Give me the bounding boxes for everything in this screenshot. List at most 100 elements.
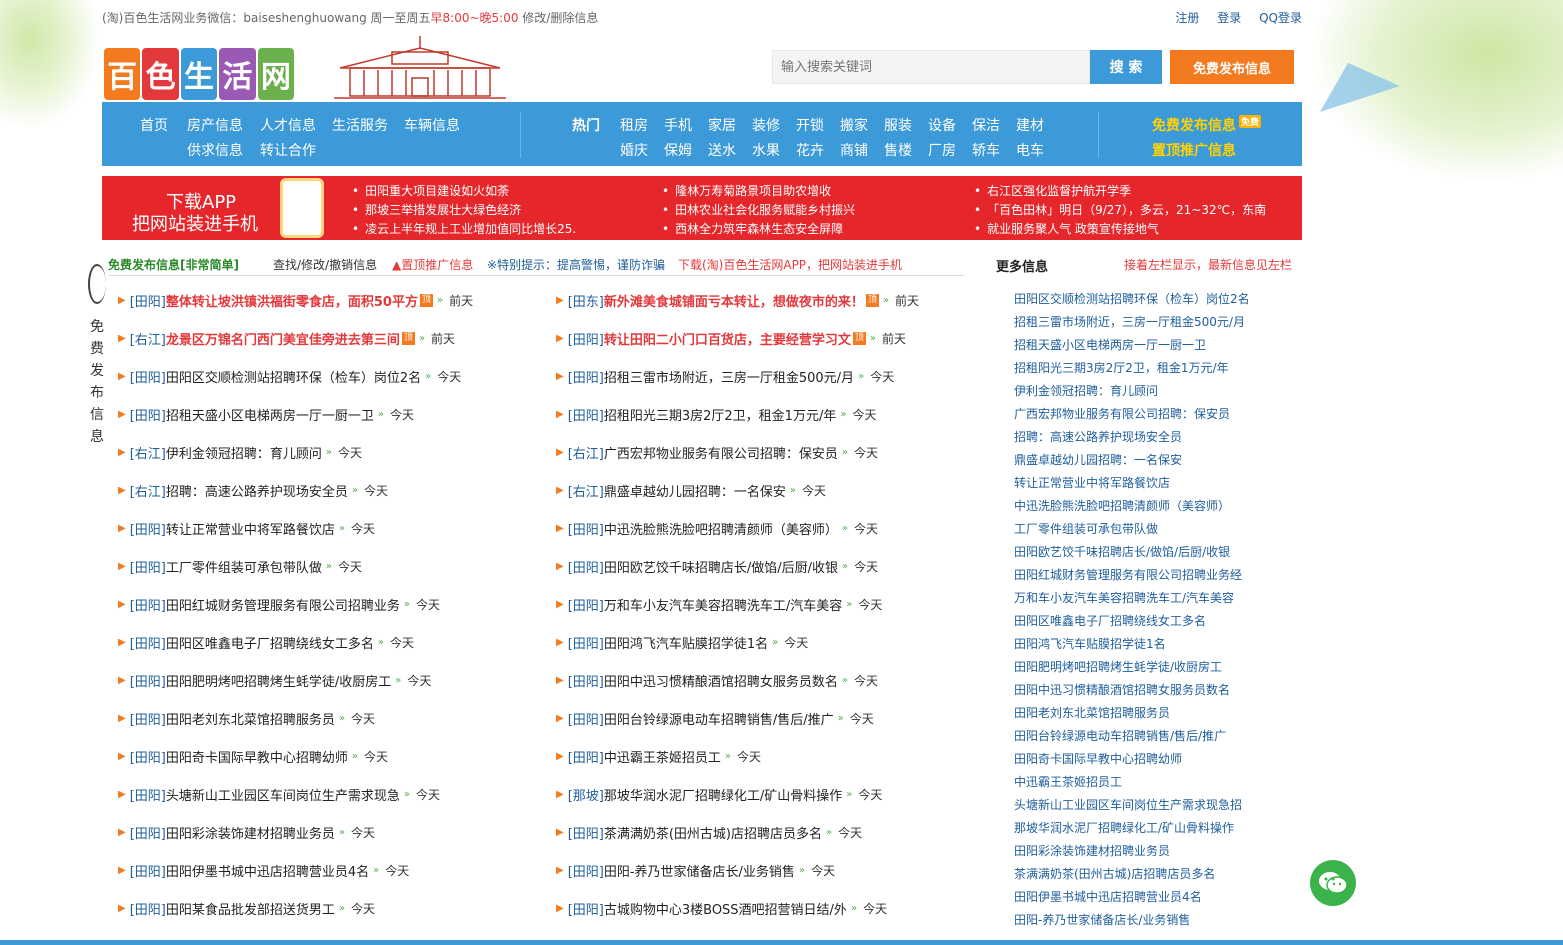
listing-item[interactable]: ▶ [田阳] 田阳台铃绿源电动车招聘销售/售后/推广» 今天 — [556, 708, 874, 728]
listing-location[interactable]: [田阳] — [130, 405, 166, 424]
banner-news-item[interactable]: 右江区强化监督护航开学季 — [974, 182, 1131, 199]
listing-title[interactable]: 田阳台铃绿源电动车招聘销售/售后/推广 — [604, 709, 834, 728]
nav-hot-item[interactable]: 轿车 — [972, 140, 1000, 160]
listing-location[interactable]: [田阳] — [130, 633, 166, 652]
listing-item[interactable]: ▶ [田阳] 田阳肥明烤吧招聘烤生蚝学徒/收厨房工 » 今天 — [118, 670, 431, 690]
nav-hot-item[interactable]: 保洁 — [972, 115, 1000, 135]
listing-title[interactable]: 伊利金领冠招聘：育儿顾问 — [166, 443, 322, 462]
site-logo[interactable]: 百色生活网 — [104, 48, 296, 100]
listing-item[interactable]: ▶ [田阳] 招租阳光三期3房2厅2卫，租金1万元/年 » 今天 — [556, 404, 876, 424]
nav-item[interactable]: 生活服务 — [332, 115, 388, 135]
listing-location[interactable]: [田阳] — [568, 747, 604, 766]
listing-title[interactable]: 新外滩美食城铺面亏本转让，想做夜市的来！ — [604, 291, 864, 310]
more-info-link[interactable]: 田阳老刘东北菜馆招聘服务员 — [1014, 704, 1170, 721]
listing-location[interactable]: [右江] — [130, 481, 166, 500]
listing-item[interactable]: ▶ [田阳] 整体转让坡洪镇洪福街零食店，面积50平方顶» 前天 — [118, 290, 473, 310]
listing-location[interactable]: [田阳] — [568, 557, 604, 576]
listing-item[interactable]: ▶ [田阳] 招租三雷市场附近，三房一厅租金500元/月 » 今天 — [556, 366, 894, 386]
nav-hot-item[interactable]: 开锁 — [796, 115, 824, 135]
listing-location[interactable]: [田阳] — [130, 861, 166, 880]
listing-item[interactable]: ▶ [田阳] 田阳鸿飞汽车贴膜招学徒1名 » 今天 — [556, 632, 808, 652]
listing-title[interactable]: 田阳中迅习惯精酿酒馆招聘女服务员数名 — [604, 671, 838, 690]
more-info-link[interactable]: 招租阳光三期3房2厅2卫，租金1万元/年 — [1014, 359, 1229, 376]
more-info-link[interactable]: 伊利金领冠招聘：育儿顾问 — [1014, 382, 1158, 399]
listing-title[interactable]: 那坡华润水泥厂招聘绿化工/矿山骨料操作 — [604, 785, 842, 804]
nav-hot-item[interactable]: 设备 — [928, 115, 956, 135]
listing-item[interactable]: ▶ [田阳] 田阳红城财务管理服务有限公司招聘业务» 今天 — [118, 594, 440, 614]
search-button[interactable]: 搜 索 — [1090, 50, 1162, 84]
banner-news-item[interactable]: 西林全力筑牢森林生态安全屏障 — [662, 220, 843, 237]
listing-location[interactable]: [田阳] — [568, 405, 604, 424]
register-link[interactable]: 注册 — [1175, 11, 1199, 25]
nav-item[interactable]: 供求信息 — [187, 140, 243, 160]
listing-location[interactable]: [田阳] — [130, 595, 166, 614]
more-info-link[interactable]: 田阳鸿飞汽车贴膜招学徒1名 — [1014, 635, 1166, 652]
listing-location[interactable]: [田阳] — [130, 747, 166, 766]
listing-location[interactable]: [田阳] — [130, 785, 166, 804]
free-publish-button[interactable]: 免费发布信息 — [1170, 50, 1294, 84]
listing-title[interactable]: 招租阳光三期3房2厅2卫，租金1万元/年 — [604, 405, 836, 424]
listing-title[interactable]: 万和车小友汽车美容招聘洗车工/汽车美容 — [604, 595, 842, 614]
nav-hot-item[interactable]: 送水 — [708, 140, 736, 160]
more-info-link[interactable]: 田阳中迅习惯精酿酒馆招聘女服务员数名 — [1014, 681, 1230, 698]
listing-item[interactable]: ▶ [田阳] 田阳中迅习惯精酿酒馆招聘女服务员数名» 今天 — [556, 670, 878, 690]
nav-hot-item[interactable]: 租房 — [620, 115, 648, 135]
listing-item[interactable]: ▶ [田阳] 田阳欧艺饺千味招聘店长/做馅/后厨/收银 » 今天 — [556, 556, 878, 576]
listing-location[interactable]: [右江] — [568, 443, 604, 462]
nav-hot-item[interactable]: 家居 — [708, 115, 736, 135]
banner-news-item[interactable]: 田林农业社会化服务赋能乡村振兴 — [662, 201, 855, 218]
listing-item[interactable]: ▶ [田阳] 田阳老刘东北菜馆招聘服务员» 今天 — [118, 708, 375, 728]
listing-location[interactable]: [田阳] — [568, 367, 604, 386]
listing-title[interactable]: 鼎盛卓越幼儿园招聘：一名保安 — [604, 481, 786, 500]
listing-location[interactable]: [右江] — [130, 329, 166, 348]
listing-location[interactable]: [田阳] — [568, 519, 604, 538]
listing-item[interactable]: ▶ [田阳] 万和车小友汽车美容招聘洗车工/汽车美容 » 今天 — [556, 594, 882, 614]
listing-item[interactable]: ▶ [田阳] 田阳伊墨书城中迅店招聘营业员4名 » 今天 — [118, 860, 409, 880]
banner-news-item[interactable]: 「百色田林」明日（9/27），多云，21~32℃，东南 — [974, 201, 1266, 218]
more-info-link[interactable]: 头塘新山工业园区车间岗位生产需求现急招 — [1014, 796, 1242, 813]
listing-item[interactable]: ▶ [右江] 伊利金领冠招聘：育儿顾问» 今天 — [118, 442, 362, 462]
more-info-link[interactable]: 中迅霸王茶姬招员工 — [1014, 773, 1122, 790]
more-info-link[interactable]: 田阳区唯鑫电子厂招聘绕线女工多名 — [1014, 612, 1206, 629]
listing-title[interactable]: 整体转让坡洪镇洪福街零食店，面积50平方 — [166, 291, 418, 310]
listing-item[interactable]: ▶ [田阳] 转让正常营业中将军路餐饮店» 今天 — [118, 518, 375, 538]
listing-location[interactable]: [田阳] — [568, 633, 604, 652]
listing-title[interactable]: 田阳-养乃世家储备店长/业务销售 — [604, 861, 795, 880]
listing-item[interactable]: ▶ [田阳] 田阳某食品批发部招送货男工» 今天 — [118, 898, 375, 918]
download-app-link[interactable]: 下载(淘)百色生活网APP，把网站装进手机 — [678, 256, 902, 273]
listing-title[interactable]: 田阳奇卡国际早教中心招聘幼师 — [166, 747, 348, 766]
listing-title[interactable]: 田阳伊墨书城中迅店招聘营业员4名 — [166, 861, 369, 880]
listing-title[interactable]: 田阳老刘东北菜馆招聘服务员 — [166, 709, 335, 728]
listing-title[interactable]: 招聘：高速公路养护现场安全员 — [166, 481, 348, 500]
banner-news-item[interactable]: 凌云上半年规上工业增加值同比增长25. — [352, 220, 576, 237]
listing-item[interactable]: ▶ [田阳] 田阳奇卡国际早教中心招聘幼师» 今天 — [118, 746, 388, 766]
listing-title[interactable]: 中迅霸王茶姬招员工 — [604, 747, 721, 766]
more-info-link[interactable]: 那坡华润水泥厂招聘绿化工/矿山骨料操作 — [1014, 819, 1234, 836]
listing-title[interactable]: 龙景区万锦名门西门美宜佳旁进去第三间 — [166, 329, 400, 348]
more-info-link[interactable]: 田阳欧艺饺千味招聘店长/做馅/后厨/收银 — [1014, 543, 1230, 560]
wechat-icon[interactable] — [1310, 860, 1356, 906]
listing-title[interactable]: 田阳肥明烤吧招聘烤生蚝学徒/收厨房工 — [166, 671, 391, 690]
banner-news-item[interactable]: 就业服务聚人气 政策宣传接地气 — [974, 220, 1159, 237]
listing-location[interactable]: [田阳] — [130, 709, 166, 728]
listing-item[interactable]: ▶ [田东] 新外滩美食城铺面亏本转让，想做夜市的来！顶» 前天 — [556, 290, 919, 310]
more-info-link[interactable]: 转让正常营业中将军路餐饮店 — [1014, 474, 1170, 491]
listing-item[interactable]: ▶ [田阳] 田阳-养乃世家储备店长/业务销售» 今天 — [556, 860, 835, 880]
listing-location[interactable]: [田阳] — [130, 291, 166, 310]
nav-hot-item[interactable]: 商铺 — [840, 140, 868, 160]
nav-hot-item[interactable]: 厂房 — [928, 140, 956, 160]
listing-item[interactable]: ▶ [那坡] 那坡华润水泥厂招聘绿化工/矿山骨料操作 » 今天 — [556, 784, 882, 804]
listing-title[interactable]: 中迅洗脸熊洗脸吧招聘清颜师（美容师） — [604, 519, 838, 538]
nav-top-promo[interactable]: 置顶推广信息 — [1152, 140, 1236, 160]
listing-title[interactable]: 田阳红城财务管理服务有限公司招聘业务 — [166, 595, 400, 614]
more-info-link[interactable]: 田阳-养乃世家储备店长/业务销售 — [1014, 911, 1190, 928]
more-info-link[interactable]: 中迅洗脸熊洗脸吧招聘清颜师（美容师） — [1014, 497, 1230, 514]
nav-item[interactable]: 首页 — [140, 115, 168, 135]
listing-item[interactable]: ▶ [田阳] 招租天盛小区电梯两房一厅一厨一卫» 今天 — [118, 404, 414, 424]
more-info-link[interactable]: 茶满满奶茶(田州古城)店招聘店员多名 — [1014, 865, 1215, 882]
listing-item[interactable]: ▶ [田阳] 田阳彩涂装饰建材招聘业务员» 今天 — [118, 822, 375, 842]
nav-item[interactable]: 人才信息 — [260, 115, 316, 135]
listing-title[interactable]: 头塘新山工业园区车间岗位生产需求现急 — [166, 785, 400, 804]
listing-location[interactable]: [田阳] — [568, 671, 604, 690]
listing-title[interactable]: 田阳鸿飞汽车贴膜招学徒1名 — [604, 633, 768, 652]
